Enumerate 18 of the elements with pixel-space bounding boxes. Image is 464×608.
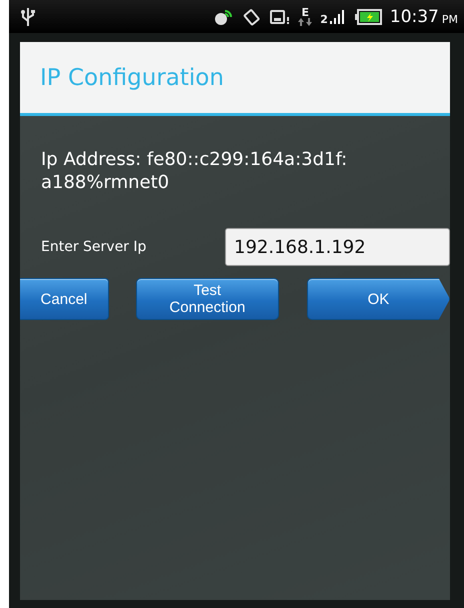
satellite-icon	[214, 8, 234, 26]
clock-time: 10:37	[390, 6, 439, 26]
ip-address-text: Ip Address: fe80::c299:164a:3d1f: a188%rmnet0	[41, 148, 348, 194]
network-type-label: E	[301, 7, 309, 18]
cancel-button[interactable]: Cancel	[20, 278, 109, 320]
battery-charging-icon	[354, 8, 382, 24]
sim-slot-label: 2	[320, 14, 328, 24]
usb-icon	[21, 6, 35, 26]
sd-card-icon	[270, 8, 290, 26]
server-ip-field[interactable]: 192.168.1.192	[225, 228, 450, 266]
clock-meridiem: PM	[442, 12, 458, 26]
test-connection-button[interactable]: Test Connection	[136, 278, 279, 320]
ok-button[interactable]: OK	[306, 278, 450, 320]
data-arrows-icon	[298, 18, 312, 26]
signal-icon	[330, 8, 346, 24]
rotation-icon	[242, 8, 262, 26]
dialog-title: IP Configuration	[40, 64, 224, 90]
server-ip-label: Enter Server Ip	[41, 239, 148, 255]
